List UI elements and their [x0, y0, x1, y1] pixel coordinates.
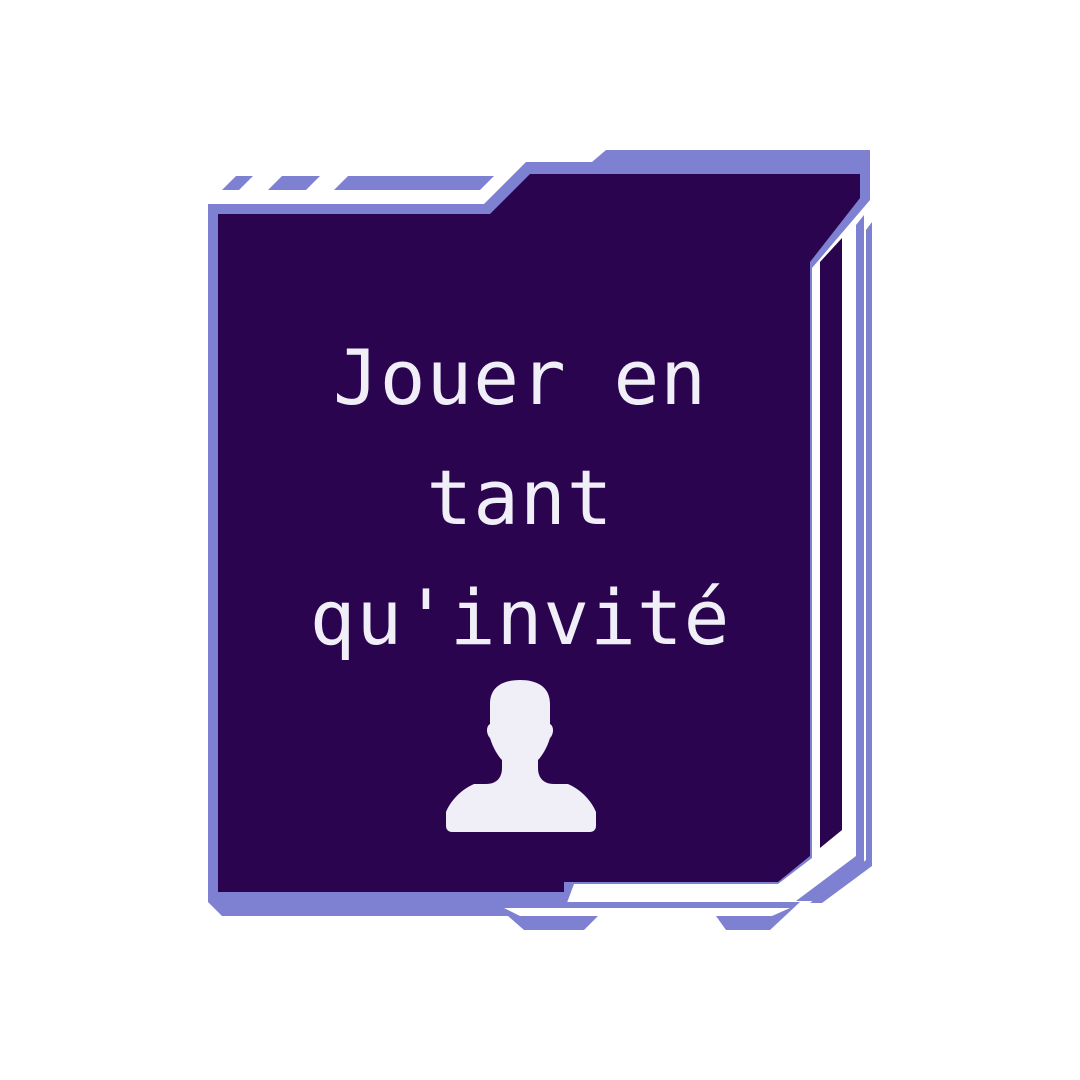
page: Jouer en tant qu'invité [0, 0, 1080, 1080]
user-icon [446, 680, 596, 832]
play-as-guest-label: Jouer en tant qu'invité [309, 333, 731, 662]
